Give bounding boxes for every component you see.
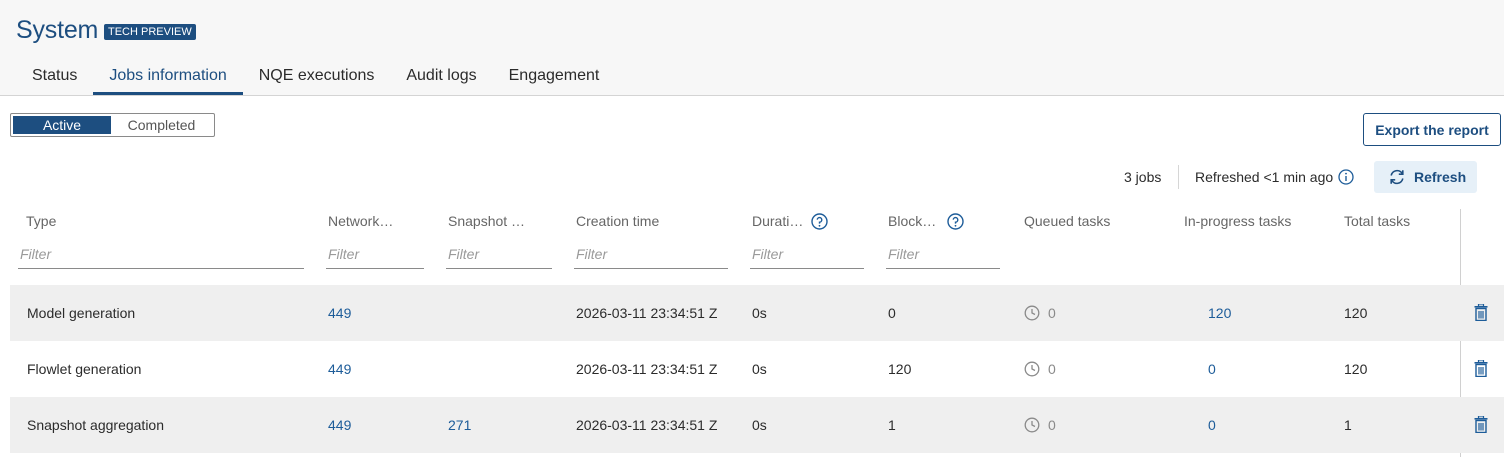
- column-header-blocked[interactable]: Block…: [888, 213, 936, 229]
- completed-toggle-button[interactable]: Completed: [111, 116, 212, 134]
- column-header-duration[interactable]: Durati…: [752, 213, 803, 229]
- page-header: System TECH PREVIEW Status Jobs informat…: [0, 0, 1504, 96]
- duration-cell: 0s: [752, 305, 767, 321]
- refresh-icon: [1390, 169, 1404, 185]
- tab-status[interactable]: Status: [16, 58, 93, 94]
- snapshot-link[interactable]: 271: [448, 417, 471, 433]
- clock-icon: [1024, 361, 1040, 377]
- creation-time-filter-input[interactable]: [574, 244, 728, 269]
- duration-cell: 0s: [752, 361, 767, 377]
- table-row[interactable]: Snapshot aggregation 449 271 2026-03-11 …: [10, 397, 1504, 453]
- total-tasks-cell: 120: [1344, 305, 1368, 321]
- trash-icon[interactable]: [1474, 304, 1488, 321]
- trash-icon[interactable]: [1474, 416, 1488, 433]
- clock-icon: [1024, 305, 1040, 321]
- refresh-button[interactable]: Refresh: [1374, 161, 1477, 193]
- column-header-in-progress-tasks[interactable]: In-progress tasks: [1184, 213, 1291, 229]
- blocked-filter-input[interactable]: [886, 244, 1000, 269]
- blocked-cell: 120: [888, 361, 912, 377]
- network-link[interactable]: 449: [328, 361, 351, 377]
- tab-jobs-information[interactable]: Jobs information: [93, 58, 244, 95]
- type-cell: Model generation: [27, 305, 136, 321]
- tab-bar: Status Jobs information NQE executions A…: [16, 58, 615, 96]
- in-progress-tasks-link[interactable]: 0: [1208, 417, 1216, 433]
- clock-icon: [1024, 417, 1040, 433]
- in-progress-tasks-link[interactable]: 0: [1208, 361, 1216, 377]
- column-header-type[interactable]: Type: [26, 213, 56, 229]
- creation-time-cell: 2026-03-11 23:34:51 Z: [576, 361, 718, 377]
- duration-filter-input[interactable]: [750, 244, 864, 269]
- export-report-button[interactable]: Export the report: [1363, 113, 1501, 146]
- queued-tasks-cell: 0: [1048, 417, 1056, 433]
- network-link[interactable]: 449: [328, 417, 351, 433]
- creation-time-cell: 2026-03-11 23:34:51 Z: [576, 305, 718, 321]
- duration-cell: 0s: [752, 417, 767, 433]
- queued-tasks-cell: 0: [1048, 361, 1056, 377]
- tab-audit-logs[interactable]: Audit logs: [390, 58, 492, 94]
- column-header-network[interactable]: Network…: [328, 213, 393, 229]
- blocked-help-icon[interactable]: [947, 213, 964, 230]
- refreshed-status: Refreshed <1 min ago: [1195, 169, 1334, 185]
- jobs-count: 3 jobs: [1124, 169, 1162, 185]
- blocked-cell: 0: [888, 305, 896, 321]
- toolbar-divider: [1178, 165, 1179, 189]
- duration-help-icon[interactable]: [811, 213, 828, 230]
- tech-preview-badge: TECH PREVIEW: [104, 24, 196, 40]
- network-filter-input[interactable]: [326, 244, 424, 269]
- queued-tasks-cell: 0: [1048, 305, 1056, 321]
- info-icon[interactable]: [1338, 169, 1354, 185]
- active-toggle-button[interactable]: Active: [13, 116, 111, 134]
- creation-time-cell: 2026-03-11 23:34:51 Z: [576, 417, 718, 433]
- tab-engagement[interactable]: Engagement: [493, 58, 616, 94]
- type-filter-input[interactable]: [18, 244, 304, 269]
- refresh-label: Refresh: [1414, 169, 1467, 185]
- snapshot-filter-input[interactable]: [446, 244, 552, 269]
- tab-nqe-executions[interactable]: NQE executions: [243, 58, 391, 94]
- type-cell: Flowlet generation: [27, 361, 142, 377]
- column-header-creation-time[interactable]: Creation time: [576, 213, 659, 229]
- total-tasks-cell: 1: [1344, 417, 1352, 433]
- page-title: System: [16, 16, 99, 44]
- in-progress-tasks-link[interactable]: 120: [1208, 305, 1231, 321]
- column-header-queued-tasks[interactable]: Queued tasks: [1024, 213, 1110, 229]
- type-cell: Snapshot aggregation: [27, 417, 164, 433]
- trash-icon[interactable]: [1474, 360, 1488, 377]
- blocked-cell: 1: [888, 417, 896, 433]
- column-header-snapshot[interactable]: Snapshot …: [448, 213, 525, 229]
- job-status-toggle: Active Completed: [10, 113, 215, 137]
- column-header-total-tasks[interactable]: Total tasks: [1344, 213, 1410, 229]
- network-link[interactable]: 449: [328, 305, 351, 321]
- table-row[interactable]: Flowlet generation 449 2026-03-11 23:34:…: [10, 341, 1504, 397]
- total-tasks-cell: 120: [1344, 361, 1368, 377]
- table-row[interactable]: Model generation 449 2026-03-11 23:34:51…: [10, 285, 1504, 341]
